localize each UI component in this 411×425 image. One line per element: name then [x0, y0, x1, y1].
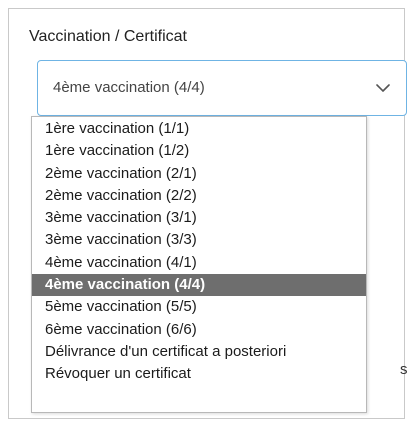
dropdown-option[interactable]: 2ème vaccination (2/2): [32, 185, 366, 207]
chevron-down-icon[interactable]: [374, 79, 392, 97]
background-text-fragment: s: [400, 361, 408, 378]
dropdown-option[interactable]: 4ème vaccination (4/1): [32, 252, 366, 274]
dropdown-option[interactable]: Révoquer un certificat: [32, 363, 366, 385]
dropdown-option[interactable]: 2ème vaccination (2/1): [32, 163, 366, 185]
select-current-value: 4ème vaccination (4/4): [53, 79, 205, 96]
dropdown-option[interactable]: 4ème vaccination (4/4): [32, 274, 366, 297]
dropdown-option[interactable]: 6ème vaccination (6/6): [32, 319, 366, 341]
dropdown-option[interactable]: 3ème vaccination (3/1): [32, 207, 366, 229]
dropdown-option[interactable]: 3ème vaccination (3/3): [32, 229, 366, 251]
vaccination-options-list[interactable]: 1ère vaccination (1/1) 1ère vaccination (…: [31, 116, 367, 413]
dropdown-option[interactable]: Délivrance d'un certificat a posteriori: [32, 341, 366, 363]
dropdown-option[interactable]: 1ère vaccination (1/2): [32, 140, 366, 162]
dropdown-option[interactable]: 1ère vaccination (1/1): [32, 118, 366, 140]
field-label: Vaccination / Certificat: [29, 28, 187, 45]
dropdown-option[interactable]: 5ème vaccination (5/5): [32, 296, 366, 318]
vaccination-select[interactable]: 4ème vaccination (4/4): [37, 60, 407, 116]
